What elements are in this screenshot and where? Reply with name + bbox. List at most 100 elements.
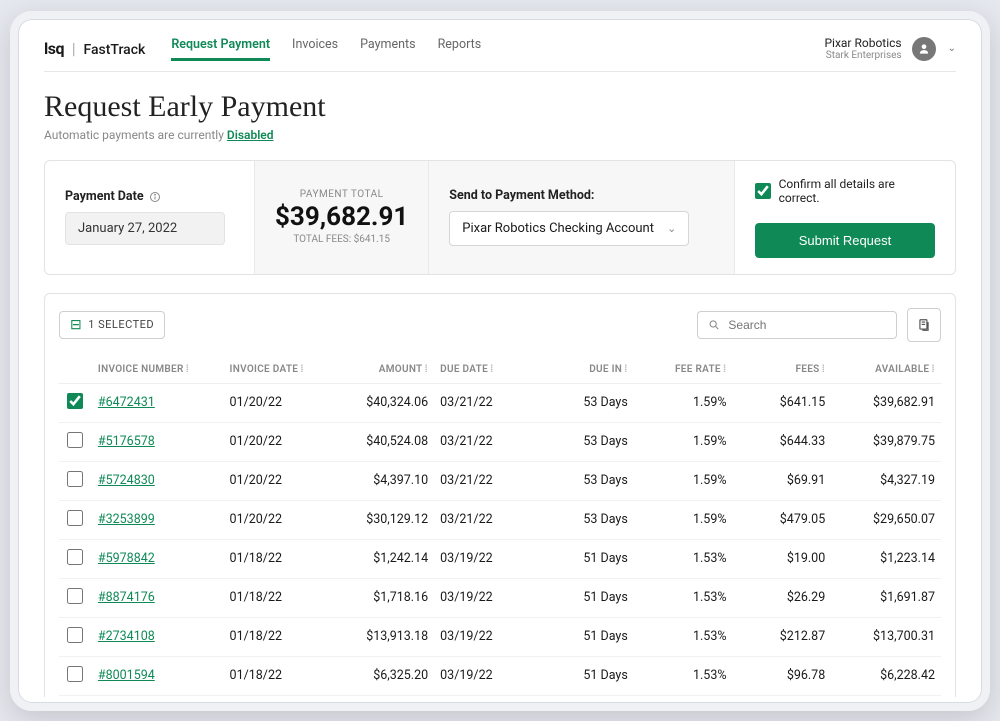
table-row: #2734108 01/18/22 $13,913.18 03/19/22 51… [59,617,941,656]
cell-available: $4,327.19 [831,461,941,500]
user-icon [917,42,931,56]
col-due-date[interactable]: DUE DATE⁞ [434,356,535,384]
invoice-link[interactable]: #5978842 [98,551,155,566]
invoice-link[interactable]: #8001594 [98,668,155,683]
row-checkbox[interactable] [67,666,83,682]
cell-fees: $19.00 [733,539,832,578]
cell-fee-rate: 1.53% [634,539,733,578]
cell-invoice-date: 01/20/22 [224,422,325,461]
info-icon[interactable] [149,191,161,203]
row-checkbox[interactable] [67,393,83,409]
invoice-table: INVOICE NUMBER⁞ INVOICE DATE⁞ AMOUNT⁞ DU… [59,356,941,697]
submit-request-button[interactable]: Submit Request [755,223,935,258]
brand-lsq: lsq [44,39,64,58]
invoice-link[interactable]: #2734108 [98,629,155,644]
sort-icon: ⁞ [186,364,190,375]
cell-available: $39,682.91 [831,383,941,422]
col-invoice-number[interactable]: INVOICE NUMBER⁞ [92,356,224,384]
cell-fee-rate: 1.53% [634,656,733,695]
cell-fee-rate: 1.53% [634,617,733,656]
invoice-link[interactable]: #5724830 [98,473,155,488]
col-due-in[interactable]: DUE IN⁞ [535,356,634,384]
confirm-row[interactable]: Confirm all details are correct. [755,177,935,205]
cell-available: $35,176.38 [831,695,941,696]
cell-amount: $30,129.12 [324,500,434,539]
payment-date-input[interactable]: January 27, 2022 [65,212,225,245]
cell-due-date: 03/21/22 [434,422,535,461]
row-checkbox[interactable] [67,549,83,565]
auto-payment-status-link[interactable]: Disabled [227,128,274,142]
cell-amount: $1,718.16 [324,578,434,617]
col-checkbox [59,356,92,384]
payment-total-cell: PAYMENT TOTAL $39,682.91 TOTAL FEES: $64… [255,161,429,274]
cell-fee-rate: 1.59% [634,383,733,422]
table-row: #5724830 01/20/22 $4,397.10 03/21/22 53 … [59,461,941,500]
row-checkbox[interactable] [67,588,83,604]
payment-total-fees: TOTAL FEES: $641.15 [293,234,390,245]
payment-method-value: Pixar Robotics Checking Account [462,221,654,236]
cell-invoice-date: 01/20/22 [224,383,325,422]
org-secondary: Stark Enterprises [824,50,901,61]
chevron-down-icon[interactable]: ⌄ [948,43,956,54]
cell-due-in: 51 Days [535,539,634,578]
selected-count-pill[interactable]: ⊟ 1 SELECTED [59,311,165,339]
cell-invoice-date: 01/20/22 [224,500,325,539]
row-checkbox[interactable] [67,627,83,643]
col-amount[interactable]: AMOUNT⁞ [324,356,434,384]
sort-icon: ⁞ [822,364,826,375]
export-icon [917,318,931,332]
cell-fees: $644.33 [733,422,832,461]
cell-available: $1,223.14 [831,539,941,578]
cell-fees: $26.29 [733,578,832,617]
nav-request-payment[interactable]: Request Payment [171,37,270,61]
cell-due-in: 51 Days [535,617,634,656]
search-input[interactable] [728,318,886,332]
payment-total-label: PAYMENT TOTAL [300,189,384,200]
table-row: #6472431 01/20/22 $40,324.06 03/21/22 53… [59,383,941,422]
cell-due-in: 53 Days [535,461,634,500]
submit-cell: Confirm all details are correct. Submit … [735,161,955,274]
nav-links: Request Payment Invoices Payments Report… [171,37,481,61]
chevron-down-icon: ⌄ [667,222,676,235]
export-button[interactable] [907,308,941,342]
brand-divider: | [72,39,76,58]
invoice-link[interactable]: #6472431 [98,395,155,410]
payment-method-select[interactable]: Pixar Robotics Checking Account ⌄ [449,211,689,246]
cell-available: $39,879.75 [831,422,941,461]
cell-amount: $35,672.22 [324,695,434,696]
sort-icon: ⁞ [300,364,304,375]
table-row: #8001594 01/18/22 $6,325.20 03/19/22 51 … [59,656,941,695]
nav-payments[interactable]: Payments [360,37,415,61]
confirm-checkbox[interactable] [755,183,771,199]
org-switcher[interactable]: Pixar Robotics Stark Enterprises [824,37,901,61]
invoice-table-panel: ⊟ 1 SELECTED INVOICE [44,293,956,697]
row-checkbox[interactable] [67,432,83,448]
search-box[interactable] [697,311,897,339]
table-row: #5978842 01/18/22 $1,242.14 03/19/22 51 … [59,539,941,578]
cell-invoice-date: 01/18/22 [224,617,325,656]
col-fee-rate[interactable]: FEE RATE⁞ [634,356,733,384]
table-header-row: INVOICE NUMBER⁞ INVOICE DATE⁞ AMOUNT⁞ DU… [59,356,941,384]
payment-date-label-text: Payment Date [65,189,144,204]
cell-amount: $40,524.08 [324,422,434,461]
nav-invoices[interactable]: Invoices [292,37,338,61]
table-row: #5176578 01/20/22 $40,524.08 03/21/22 53… [59,422,941,461]
nav-reports[interactable]: Reports [438,37,482,61]
cell-fees: $69.91 [733,461,832,500]
payment-method-cell: Send to Payment Method: Pixar Robotics C… [429,161,735,274]
toolbar-right [697,308,941,342]
minus-square-icon: ⊟ [70,318,82,332]
invoice-link[interactable]: #3253899 [98,512,155,527]
row-checkbox[interactable] [67,471,83,487]
cell-fees: $495.84 [733,695,832,696]
cell-due-date: 03/19/22 [434,578,535,617]
row-checkbox[interactable] [67,510,83,526]
user-avatar[interactable] [912,37,936,61]
invoice-link[interactable]: #8874176 [98,590,155,605]
cell-fees: $641.15 [733,383,832,422]
invoice-link[interactable]: #5176578 [98,434,155,449]
col-fees[interactable]: FEES⁞ [733,356,832,384]
sort-icon: ⁞ [425,364,429,375]
col-invoice-date[interactable]: INVOICE DATE⁞ [224,356,325,384]
col-available[interactable]: AVAILABLE⁞ [831,356,941,384]
